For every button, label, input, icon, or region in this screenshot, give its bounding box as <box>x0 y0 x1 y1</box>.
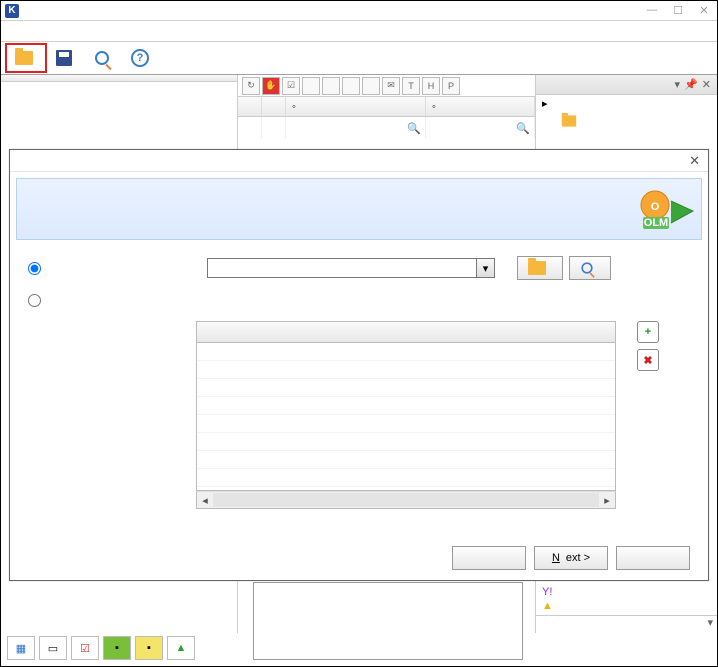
help-button[interactable]: ? <box>123 45 161 71</box>
file-grid-scrollbar[interactable]: ◂ ▸ <box>196 491 616 509</box>
filter-31-button[interactable] <box>362 77 380 95</box>
mail-icon[interactable]: ✉ <box>382 77 400 95</box>
olm-icon: O OLM <box>639 189 687 229</box>
file-grid-body[interactable]: + ✖ <box>196 343 616 491</box>
up-arrow-icon[interactable]: ▲ <box>167 636 195 660</box>
right-scroll: ▾ <box>536 615 717 633</box>
scroll-right-icon[interactable]: ▸ <box>599 494 615 507</box>
yahoo-icon: Y! <box>542 586 552 598</box>
provider-aol[interactable]: ▲ <box>542 599 711 613</box>
col-read[interactable] <box>262 97 286 116</box>
col-from[interactable]: ◦ <box>286 97 426 116</box>
pin-icon[interactable]: 📌 <box>684 78 698 91</box>
aol-icon: ▲ <box>542 600 553 612</box>
tasks-icon[interactable]: ☑ <box>71 636 99 660</box>
html-icon[interactable]: H <box>422 77 440 95</box>
filter-from[interactable]: 🔍 <box>286 117 426 139</box>
dialog-banner: O OLM <box>16 178 702 240</box>
dialog-close-button[interactable]: ✕ <box>689 153 700 169</box>
search-button[interactable] <box>569 256 611 280</box>
single-file-input[interactable] <box>207 258 477 278</box>
filter-1-button[interactable] <box>302 77 320 95</box>
next-button[interactable]: Next > <box>534 546 608 570</box>
folder-list-header <box>1 75 237 82</box>
menu-help[interactable] <box>67 29 83 33</box>
convert-single-row: ▾ <box>28 256 690 280</box>
stop-icon[interactable]: ✋ <box>262 77 280 95</box>
col-flag[interactable] <box>238 97 262 116</box>
saving-options-node[interactable]: ▸ <box>536 95 717 112</box>
remove-file-button[interactable]: ✖ <box>637 349 659 371</box>
file-grid-side-buttons: + ✖ <box>637 321 659 371</box>
file-grid: + ✖ ◂ ▸ <box>196 321 616 509</box>
filter-subject[interactable]: 🔍 <box>426 117 535 139</box>
folder-icon <box>562 115 576 126</box>
help-icon: ? <box>129 47 151 69</box>
dialog-title-bar: ✕ <box>10 150 708 172</box>
email-providers: Y! ▲ <box>536 583 717 615</box>
notes-icon[interactable]: ▪ <box>103 636 131 660</box>
filter-row: 🔍 🔍 <box>238 117 535 139</box>
message-toolbar: ↻ ✋ ☑ ✉ T H P <box>238 75 535 97</box>
svg-text:OLM: OLM <box>644 217 668 229</box>
dialog-body: ▾ + ✖ ◂ <box>10 246 708 519</box>
message-grid-header: ◦ ◦ <box>238 97 535 117</box>
search-icon <box>581 262 592 273</box>
calendar-icon[interactable]: ▦ <box>7 636 35 660</box>
provider-yahoo[interactable]: Y! <box>542 585 711 599</box>
menu-file[interactable] <box>7 29 23 33</box>
scroll-down-icon[interactable]: ▾ <box>707 616 713 633</box>
dropdown-icon[interactable]: ▾ <box>675 78 681 91</box>
check-icon[interactable]: ☑ <box>282 77 300 95</box>
minimize-button[interactable]: — <box>643 4 661 17</box>
right-panel-header: ▾ 📌 ✕ <box>536 75 717 95</box>
scroll-left-icon[interactable]: ◂ <box>197 494 213 507</box>
maximize-button[interactable]: ☐ <box>669 4 687 17</box>
contacts-icon[interactable]: ▭ <box>39 636 67 660</box>
panel-pin-controls: ▾ 📌 ✕ <box>675 78 711 91</box>
add-file-button[interactable]: + <box>637 321 659 343</box>
save-icon <box>53 47 75 69</box>
menu-bar <box>1 21 717 41</box>
minus-icon: ▸ <box>542 97 548 110</box>
folder-open-icon <box>13 47 35 69</box>
window-controls: — ☐ ✕ <box>643 4 713 17</box>
scroll-track[interactable] <box>213 493 599 507</box>
pdf-icon[interactable]: P <box>442 77 460 95</box>
bottom-toolbar: ▦ ▭ ☑ ▪ ▪ ▲ <box>7 636 195 660</box>
back-button <box>452 546 526 570</box>
convert-multi-row <box>28 294 690 307</box>
folder-icon <box>528 261 546 275</box>
browse-button[interactable] <box>517 256 563 280</box>
select-file-button[interactable] <box>5 43 47 73</box>
svg-text:O: O <box>651 201 660 213</box>
app-icon: K <box>5 4 19 18</box>
sticky-icon[interactable]: ▪ <box>135 636 163 660</box>
col-subject[interactable]: ◦ <box>426 97 535 116</box>
convert-multi-radio[interactable] <box>28 294 41 307</box>
source-file-selection-dialog: ✕ O OLM ▾ <box>9 149 709 581</box>
panel-close-icon[interactable]: ✕ <box>702 78 711 91</box>
dialog-footer: Next > <box>10 546 708 570</box>
filter-5-button[interactable] <box>322 77 340 95</box>
filter-flag[interactable] <box>238 117 262 139</box>
pst-file-option[interactable] <box>536 112 717 130</box>
save-button[interactable] <box>47 45 85 71</box>
hint-panel <box>253 582 523 660</box>
search-icon <box>91 47 113 69</box>
find-button[interactable] <box>85 45 123 71</box>
file-grid-header[interactable] <box>196 321 616 343</box>
title-bar: K — ☐ ✕ <box>1 1 717 21</box>
main-toolbar: ? <box>1 41 717 75</box>
text-icon[interactable]: T <box>402 77 420 95</box>
menu-view[interactable] <box>27 29 43 33</box>
close-button[interactable]: ✕ <box>695 4 713 17</box>
convert-single-radio[interactable] <box>28 262 41 275</box>
cancel-button[interactable] <box>616 546 690 570</box>
dropdown-arrow-icon[interactable]: ▾ <box>477 258 495 278</box>
menu-find[interactable] <box>47 29 63 33</box>
refresh-icon[interactable]: ↻ <box>242 77 260 95</box>
filter-7-button[interactable] <box>342 77 360 95</box>
filter-read[interactable] <box>262 117 286 139</box>
